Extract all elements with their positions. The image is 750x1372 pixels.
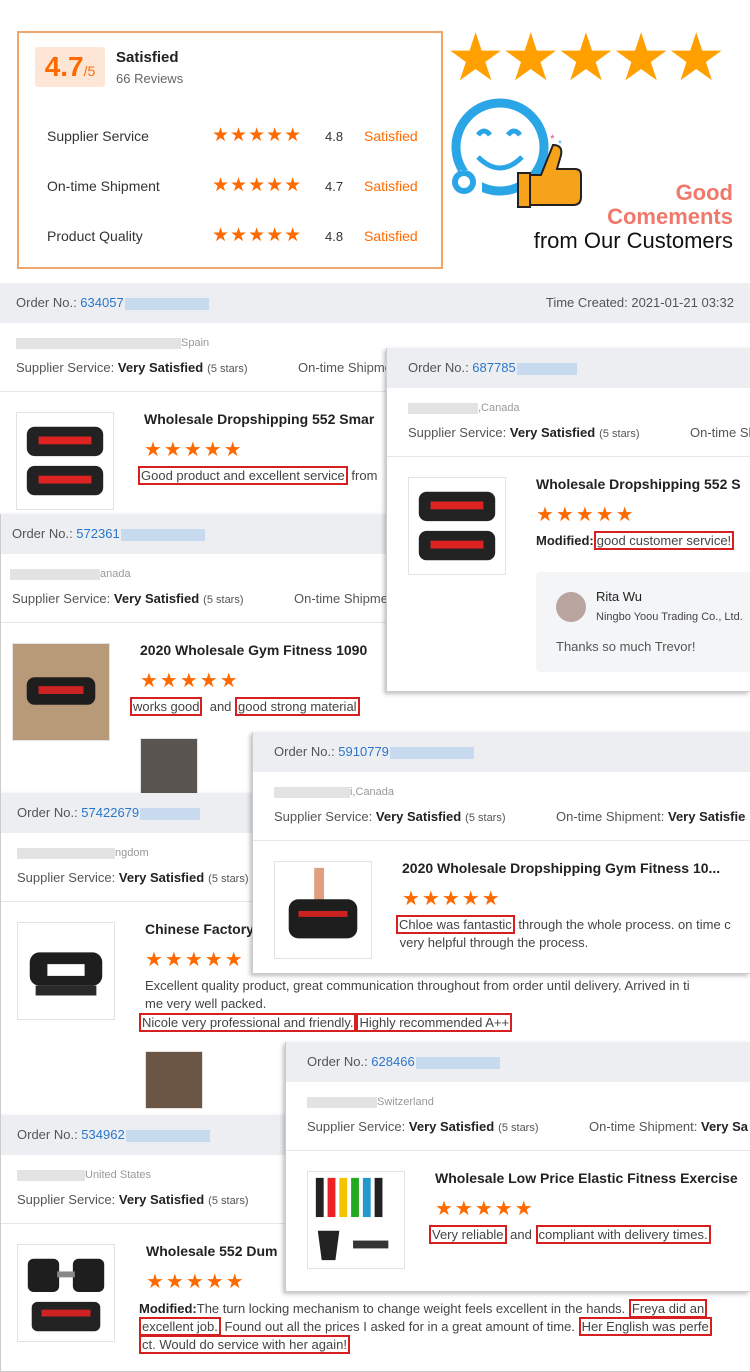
banner-subtitle: from Our Customers [533, 228, 733, 253]
product-image[interactable] [17, 922, 115, 1020]
product-image[interactable] [16, 412, 114, 510]
product-name[interactable]: 2020 Wholesale Dropshipping Gym Fitness … [402, 860, 720, 876]
five-big-stars-icon: ★★★★★ [446, 20, 726, 94]
product-stars: ★★★★★ [144, 439, 244, 461]
product-image[interactable] [17, 1244, 115, 1342]
order-header: Order No.: 628466 [286, 1042, 750, 1082]
buyer-location: United States [17, 1169, 151, 1181]
banner-title: Good Comements [607, 180, 733, 229]
supplier-service-rating: Supplier Service: Very Satisfied (5 stars… [274, 809, 506, 824]
order-header: Order No.: 687785 [387, 348, 750, 388]
product-image[interactable] [408, 477, 506, 575]
ontime-rating: On-time Shipment: Very Satisfie [556, 809, 746, 824]
overall-status: Satisfied [116, 49, 179, 66]
order-number[interactable]: 634057 [80, 295, 123, 310]
rating-label: Supplier Service [47, 128, 149, 144]
review-comment: Chloe was fantastic through the whole pr… [396, 915, 731, 952]
overall-score: 4.7/5 [35, 47, 105, 87]
order-number[interactable]: 5910779 [338, 744, 389, 759]
order-number[interactable]: 572361 [76, 526, 119, 541]
order-number[interactable]: 687785 [472, 360, 515, 375]
review-photo[interactable] [145, 1051, 203, 1109]
product-name[interactable]: Wholesale 552 Dum [146, 1243, 278, 1259]
buyer-location: anada [10, 568, 131, 580]
product-image[interactable] [274, 861, 372, 959]
product-name[interactable]: Chinese Factory [145, 921, 254, 937]
rating-label: On-time Shipment [47, 178, 160, 194]
review-comment: Modified:The turn locking mechanism to c… [139, 1299, 743, 1354]
time-created: Time Created: 2021-01-21 03:32 [545, 295, 734, 310]
ontime-rating: On-time Shipment: Very Sa [589, 1119, 748, 1134]
supplier-service-rating: Supplier Service: Very Satisfied (5 stars… [12, 591, 244, 606]
product-stars: ★★★★★ [536, 504, 636, 526]
product-stars: ★★★★★ [435, 1198, 535, 1220]
rating-value: 4.7 [325, 179, 344, 194]
buyer-location: ngdom [17, 847, 149, 859]
review-comment: Modified: good customer service! [536, 531, 735, 550]
supplier-service-rating: Supplier Service: Very Satisfied (5 stars… [17, 870, 249, 885]
supplier-service-rating: Supplier Service: Very Satisfied (5 stars… [17, 1192, 249, 1207]
reply-author: Rita Wu [596, 589, 642, 604]
product-stars: ★★★★★ [402, 888, 502, 910]
product-name[interactable]: Wholesale Dropshipping 552 S [536, 476, 741, 492]
product-name[interactable]: Wholesale Low Price Elastic Fitness Exer… [435, 1170, 738, 1186]
product-image[interactable] [307, 1171, 405, 1269]
review-comment: works good and good strong material [130, 697, 360, 716]
reply-text: Thanks so much Trevor! [556, 639, 696, 654]
rating-value: 4.8 [325, 129, 344, 144]
reply-company: Ningbo Yoou Trading Co., Ltd. [596, 611, 743, 623]
supplier-service-rating: Supplier Service: Very Satisfied (5 stars… [307, 1119, 539, 1134]
rating-label: Product Quality [47, 228, 143, 244]
supplier-reply: Rita Wu Ningbo Yoou Trading Co., Ltd. Th… [536, 572, 750, 672]
product-image[interactable] [12, 643, 110, 741]
order-header: Order No.: 634057 Time Created: 2021-01-… [0, 283, 750, 323]
rating-value: 4.8 [325, 229, 344, 244]
order-card: Order No.: 628466 Switzerland Supplier S… [285, 1042, 750, 1292]
rating-stars: ★★★★★ [212, 175, 303, 196]
rating-status: Satisfied [364, 228, 418, 244]
rating-status: Satisfied [364, 178, 418, 194]
order-header: Order No.: 5910779 [253, 732, 750, 772]
supplier-service-rating: Supplier Service: Very Satisfied (5 stars… [408, 425, 640, 440]
ontime-label: On-time Shipment: [690, 425, 750, 440]
product-stars: ★★★★★ [140, 670, 240, 692]
order-number[interactable]: 628466 [371, 1054, 414, 1069]
product-stars: ★★★★★ [145, 949, 245, 971]
review-count: 66 Reviews [116, 71, 184, 86]
rating-stars: ★★★★★ [212, 125, 303, 146]
buyer-location: Spain [16, 337, 209, 349]
review-comment: Excellent quality product, great communi… [145, 978, 690, 1011]
order-card: Order No.: 5910779 i,Canada Supplier Ser… [252, 732, 750, 974]
svg-text:*: * [550, 132, 555, 146]
review-photo[interactable] [140, 738, 198, 796]
review-comment: Good product and excellent service from [138, 466, 377, 485]
svg-text:*: * [558, 139, 562, 150]
avatar [556, 592, 586, 622]
rating-status: Satisfied [364, 128, 418, 144]
product-stars: ★★★★★ [146, 1271, 246, 1293]
product-name[interactable]: 2020 Wholesale Gym Fitness 1090 [140, 642, 367, 658]
order-number[interactable]: 57422679 [81, 805, 139, 820]
buyer-location: i,Canada [274, 786, 394, 798]
product-name[interactable]: Wholesale Dropshipping 552 Smar [144, 411, 374, 427]
rating-stars: ★★★★★ [212, 225, 303, 246]
buyer-location: Switzerland [307, 1096, 434, 1108]
supplier-service-rating: Supplier Service: Very Satisfied (5 stars… [16, 360, 248, 375]
order-number[interactable]: 534962 [81, 1127, 124, 1142]
buyer-location: ,Canada [408, 402, 520, 414]
review-comment-highlight: Nicole very professional and friendly. Hi… [139, 1013, 513, 1032]
rating-summary: 4.7/5 Satisfied 66 Reviews Supplier Serv… [17, 31, 443, 269]
review-comment: Very reliable and compliant with deliver… [429, 1225, 711, 1244]
order-card: Order No.: 687785 ,Canada Supplier Servi… [386, 348, 750, 692]
